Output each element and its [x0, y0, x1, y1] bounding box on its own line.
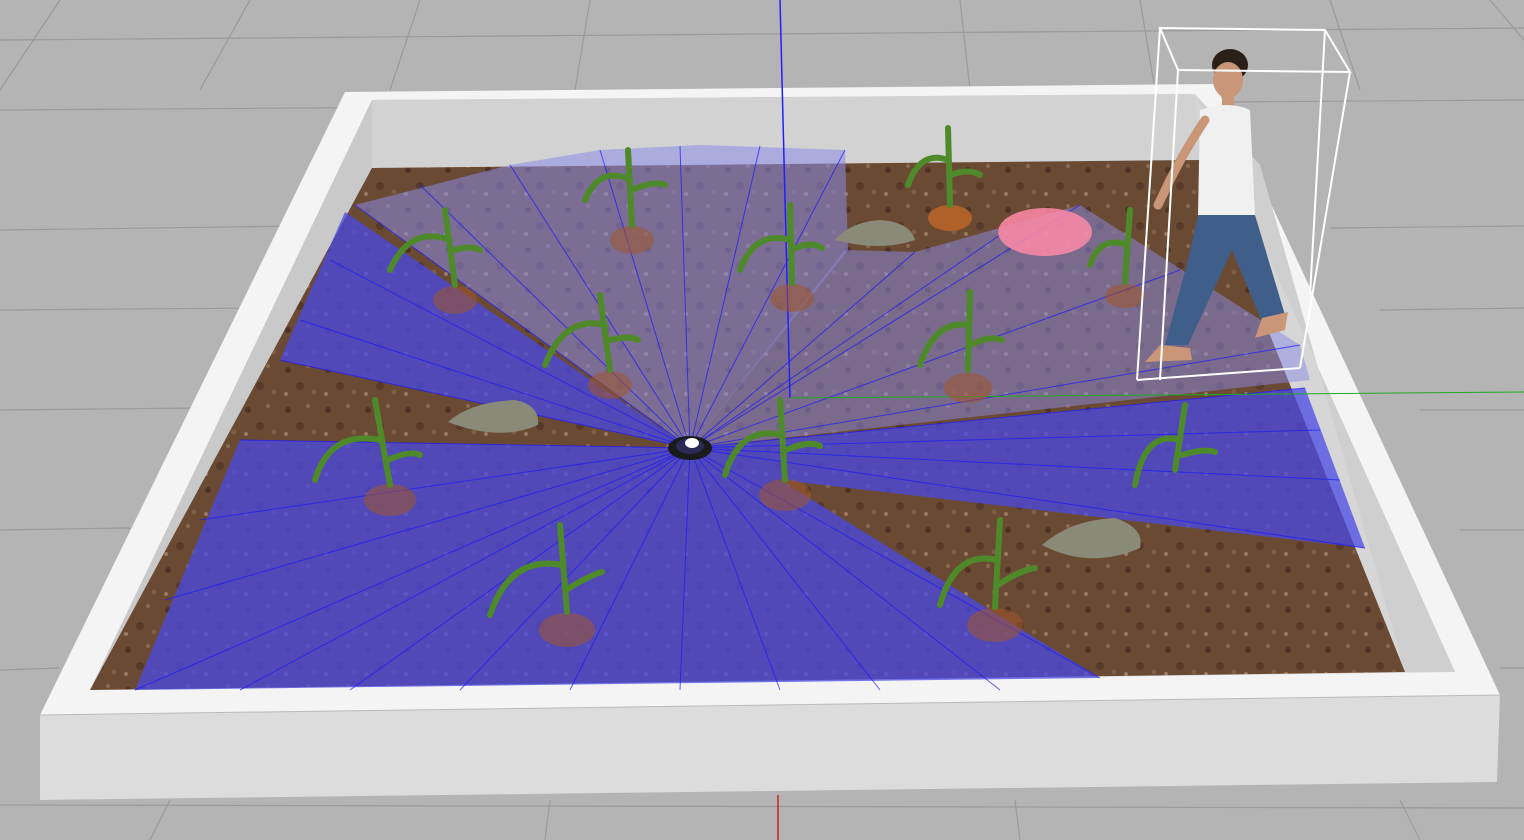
3d-viewport[interactable]: [0, 0, 1524, 840]
goal-marker: [998, 208, 1092, 256]
lidar-robot[interactable]: [668, 436, 712, 460]
scene-canvas[interactable]: [0, 0, 1524, 840]
